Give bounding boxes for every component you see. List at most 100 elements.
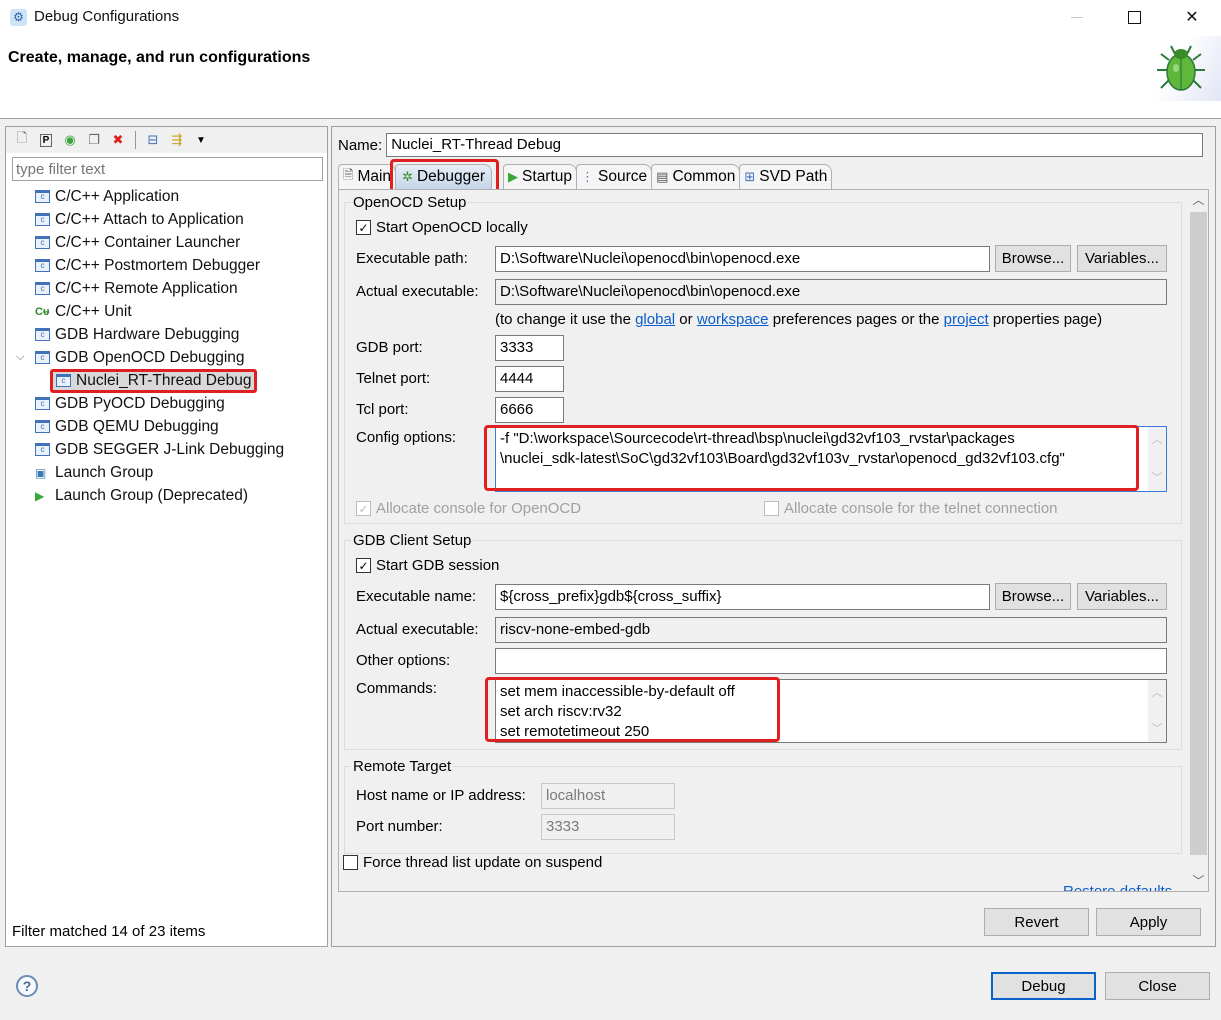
startup-play-icon: ▶ [508, 169, 519, 184]
config-options-line: \nuclei_sdk-latest\SoC\gd32vf103\Board\g… [500, 450, 1065, 467]
commands-label: Commands: [356, 680, 437, 697]
gdb-port-input[interactable]: 3333 [495, 335, 564, 361]
commands-textarea[interactable]: set mem inaccessible-by-default off set … [495, 679, 1167, 743]
duplicate-button[interactable]: ❐ [84, 130, 104, 150]
scroll-down-icon[interactable]: ﹀ [1189, 871, 1208, 891]
actual-exec-field: D:\Software\Nuclei\openocd\bin\openocd.e… [495, 279, 1167, 305]
variables-gdb-button[interactable]: Variables... [1077, 583, 1167, 610]
help-button[interactable]: ? [16, 975, 38, 997]
tree-item-label: GDB OpenOCD Debugging [55, 348, 245, 366]
tree-item-cpp-application[interactable]: c C/C++ Application [6, 185, 327, 208]
view-menu-button[interactable]: ▼ [191, 130, 211, 150]
host-label: Host name or IP address: [356, 787, 526, 804]
gdb-actual-exec-field: riscv-none-embed-gdb [495, 617, 1167, 643]
tree-item-nuclei-rt-thread-debug[interactable]: c Nuclei_RT-Thread Debug [6, 368, 327, 393]
export-button[interactable]: ◉ [60, 130, 80, 150]
start-gdb-checkbox[interactable]: ✓ Start GDB session [356, 557, 499, 574]
hint-text: or [675, 311, 697, 328]
tree-item-cpp-attach[interactable]: c C/C++ Attach to Application [6, 208, 327, 231]
tree-item-gdb-openocd[interactable]: ⌵ c GDB OpenOCD Debugging [6, 346, 327, 369]
browse-gdb-button[interactable]: Browse... [995, 583, 1071, 610]
tree-item-label: C/C++ Application [55, 187, 180, 205]
tree-item-cpp-container[interactable]: c C/C++ Container Launcher [6, 231, 327, 254]
tab-startup[interactable]: ▶ Startup [503, 164, 578, 189]
maximize-button[interactable] [1111, 0, 1157, 34]
minimize-button[interactable] [1054, 0, 1100, 34]
config-tabs: 🗎 Main ✲ Debugger ▶ Startup ⋮ Source ▤ Common… [338, 159, 833, 193]
c-config-icon: c [35, 351, 50, 364]
telnet-port-input[interactable]: 4444 [495, 366, 564, 392]
c-config-icon: c [35, 236, 50, 249]
export-icon: ◉ [64, 132, 76, 147]
tab-common[interactable]: ▤ Common [651, 164, 741, 189]
browse-openocd-button[interactable]: Browse... [995, 245, 1071, 272]
tcl-port-input[interactable]: 6666 [495, 397, 564, 423]
tree-item-label: Nuclei_RT-Thread Debug [76, 371, 252, 389]
tree-item-launch-group[interactable]: ▣ Launch Group [6, 461, 327, 484]
close-button[interactable]: Close [1105, 972, 1210, 1000]
force-thread-checkbox[interactable]: Force thread list update on suspend [343, 854, 602, 871]
tree-item-launch-group-deprecated[interactable]: ▶ Launch Group (Deprecated) [6, 484, 327, 507]
tree-item-gdb-hardware[interactable]: c GDB Hardware Debugging [6, 323, 327, 346]
telnet-port-label: Telnet port: [356, 370, 431, 387]
start-openocd-checkbox[interactable]: ✓ Start OpenOCD locally [356, 219, 528, 236]
duplicate-icon: ❐ [88, 132, 100, 147]
allocate-console-checkbox[interactable]: ✓ Allocate console for OpenOCD [356, 500, 581, 517]
allocate-telnet-label: Allocate console for the telnet connecti… [784, 500, 1058, 517]
debug-button[interactable]: Debug [991, 972, 1096, 1000]
force-thread-label: Force thread list update on suspend [363, 854, 603, 871]
tree-item-gdb-segger[interactable]: c GDB SEGGER J-Link Debugging [6, 438, 327, 461]
exec-path-input[interactable]: D:\Software\Nuclei\openocd\bin\openocd.e… [495, 246, 990, 272]
tree-item-label: Launch Group (Deprecated) [55, 486, 249, 504]
workspace-link[interactable]: workspace [697, 311, 769, 328]
global-link[interactable]: global [635, 311, 675, 328]
tree-item-label: C/C++ Postmortem Debugger [55, 256, 261, 274]
scrollbar-thumb[interactable] [1190, 212, 1207, 855]
exec-name-input[interactable]: ${cross_prefix}gdb${cross_suffix} [495, 584, 990, 610]
project-link[interactable]: project [944, 311, 989, 328]
tab-debugger[interactable]: ✲ Debugger [390, 159, 500, 193]
restore-defaults-link[interactable]: Restore defaults [1063, 880, 1172, 891]
delete-button[interactable]: ✖ [108, 130, 128, 150]
tab-source[interactable]: ⋮ Source [576, 164, 653, 189]
hint-text: (to change it use the [495, 311, 636, 328]
tab-label: Main [357, 168, 392, 185]
other-options-label: Other options: [356, 652, 451, 669]
variables-openocd-button[interactable]: Variables... [1077, 245, 1167, 272]
config-tree-pane: 🗋 P ◉ ❐ ✖ ⊟ ⇶ ▼ c C/C++ Application c C/C+… [5, 126, 328, 947]
other-options-input[interactable] [495, 648, 1167, 674]
allocate-telnet-checkbox[interactable]: Allocate console for the telnet connecti… [764, 500, 1058, 517]
cu-unit-icon: Cᵾ [35, 305, 50, 318]
chevron-down-icon[interactable]: ⌵ [16, 351, 24, 364]
tree-item-gdb-pyocd[interactable]: c GDB PyOCD Debugging [6, 392, 327, 415]
config-name-input[interactable]: Nuclei_RT-Thread Debug [386, 133, 1204, 157]
tree-item-cpp-remote[interactable]: c C/C++ Remote Application [6, 277, 327, 300]
filter-button[interactable]: ⇶ [167, 130, 187, 150]
close-window-button[interactable]: ✕ [1169, 0, 1215, 34]
config-options-textarea[interactable]: -f "D:\workspace\Sourcecode\rt-thread\bs… [495, 426, 1167, 492]
textarea-scrollbar[interactable]: ︿ ﹀ [1148, 680, 1166, 742]
collapse-all-button[interactable]: ⊟ [143, 130, 163, 150]
tree-item-cpp-postmortem[interactable]: c C/C++ Postmortem Debugger [6, 254, 327, 277]
tab-content-scrollbar[interactable]: ︿ ﹀ [1189, 190, 1208, 891]
tab-label: Common [672, 168, 736, 185]
svd-path-icon: ⊞ [744, 169, 756, 184]
scroll-up-icon[interactable]: ︿ [1189, 190, 1208, 210]
filter-input[interactable] [12, 157, 323, 181]
new-prototype-button[interactable]: P [36, 130, 56, 150]
host-input[interactable]: localhost [541, 783, 675, 809]
tab-main[interactable]: 🗎 Main [338, 164, 397, 189]
revert-button[interactable]: Revert [984, 908, 1089, 936]
textarea-scrollbar[interactable]: ︿ ﹀ [1148, 427, 1166, 491]
port-number-label: Port number: [356, 818, 443, 835]
gdb-client-title: GDB Client Setup [353, 532, 472, 549]
tree-item-gdb-qemu[interactable]: c GDB QEMU Debugging [6, 415, 327, 438]
dialog-header: Create, manage, and run configurations [0, 36, 1221, 119]
tab-label: Debugger [416, 168, 486, 185]
port-number-input[interactable]: 3333 [541, 814, 675, 840]
source-icon: ⋮ [581, 169, 595, 184]
tree-item-cpp-unit[interactable]: Cᵾ C/C++ Unit [6, 300, 327, 323]
apply-button[interactable]: Apply [1096, 908, 1201, 936]
new-config-button[interactable]: 🗋 [12, 130, 32, 150]
tab-svd-path[interactable]: ⊞ SVD Path [739, 164, 833, 189]
